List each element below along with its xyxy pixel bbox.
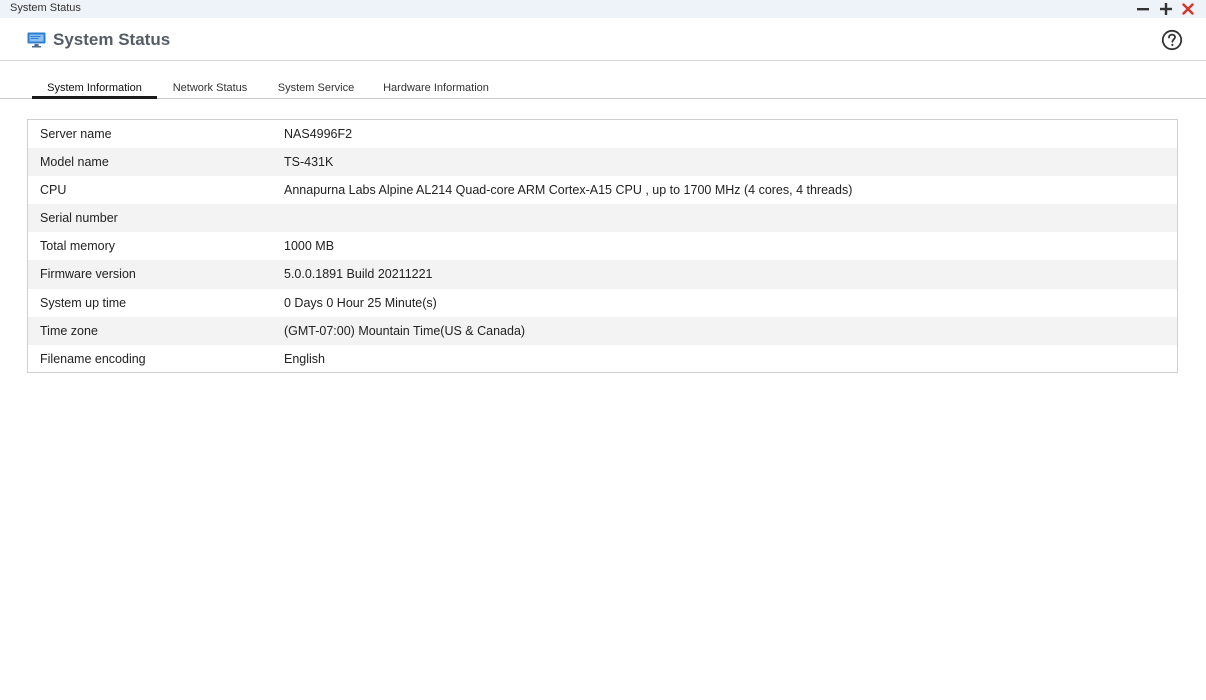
info-label: CPU bbox=[40, 183, 67, 198]
info-row: Filename encoding English bbox=[28, 345, 1177, 373]
info-row: Total memory 1000 MB bbox=[28, 232, 1177, 260]
tab-system-service[interactable]: System Service bbox=[276, 82, 356, 98]
info-label: System up time bbox=[40, 295, 127, 310]
info-label: Time zone bbox=[40, 323, 98, 338]
info-label: Firmware version bbox=[40, 267, 136, 282]
maximize-button[interactable] bbox=[1156, 0, 1176, 18]
info-label: Model name bbox=[40, 155, 109, 170]
app-header: System Status bbox=[0, 19, 1206, 61]
info-value: 0 Days 0 Hour 25 Minute(s) bbox=[284, 295, 437, 310]
close-button[interactable] bbox=[1178, 0, 1198, 18]
minimize-button[interactable] bbox=[1133, 0, 1153, 18]
info-row: Model name TS-431K bbox=[28, 148, 1177, 177]
info-value: 5.0.0.1891 Build 20211221 bbox=[284, 267, 433, 282]
info-label: Serial number bbox=[40, 211, 118, 226]
maximize-icon bbox=[1160, 3, 1172, 15]
help-icon bbox=[1161, 29, 1183, 51]
info-value: TS-431K bbox=[284, 155, 334, 170]
info-row: CPU Annapurna Labs Alpine AL214 Quad-cor… bbox=[28, 176, 1177, 204]
info-row: Server name NAS4996F2 bbox=[28, 120, 1177, 148]
info-row: Firmware version 5.0.0.1891 Build 202112… bbox=[28, 260, 1177, 289]
info-row: Time zone (GMT-07:00) Mountain Time(US &… bbox=[28, 316, 1177, 345]
minimize-icon bbox=[1137, 8, 1149, 11]
page-title: System Status bbox=[53, 30, 171, 49]
info-value: NAS4996F2 bbox=[284, 127, 353, 141]
info-value: (GMT-07:00) Mountain Time(US & Canada) bbox=[284, 323, 526, 338]
monitor-icon bbox=[27, 32, 46, 48]
info-row: Serial number bbox=[28, 204, 1177, 233]
info-label: Filename encoding bbox=[40, 351, 146, 366]
info-value: 1000 MB bbox=[284, 239, 335, 254]
window-title: System Status bbox=[10, 2, 81, 14]
tab-bar: System Information Network Status System… bbox=[0, 78, 1206, 99]
active-tab-indicator bbox=[32, 96, 157, 99]
tab-network-status[interactable]: Network Status bbox=[170, 82, 250, 98]
tab-hardware-information[interactable]: Hardware Information bbox=[382, 82, 490, 98]
info-label: Server name bbox=[40, 127, 112, 141]
system-info-table: Server name NAS4996F2 Model name TS-431K… bbox=[27, 119, 1178, 373]
window-titlebar: System Status bbox=[0, 0, 1206, 18]
info-value: Annapurna Labs Alpine AL214 Quad-core AR… bbox=[284, 183, 853, 198]
info-label: Total memory bbox=[40, 239, 116, 254]
info-row: System up time 0 Days 0 Hour 25 Minute(s… bbox=[28, 289, 1177, 317]
help-button[interactable] bbox=[1161, 29, 1183, 51]
info-value: English bbox=[284, 351, 325, 366]
close-icon bbox=[1182, 3, 1194, 15]
